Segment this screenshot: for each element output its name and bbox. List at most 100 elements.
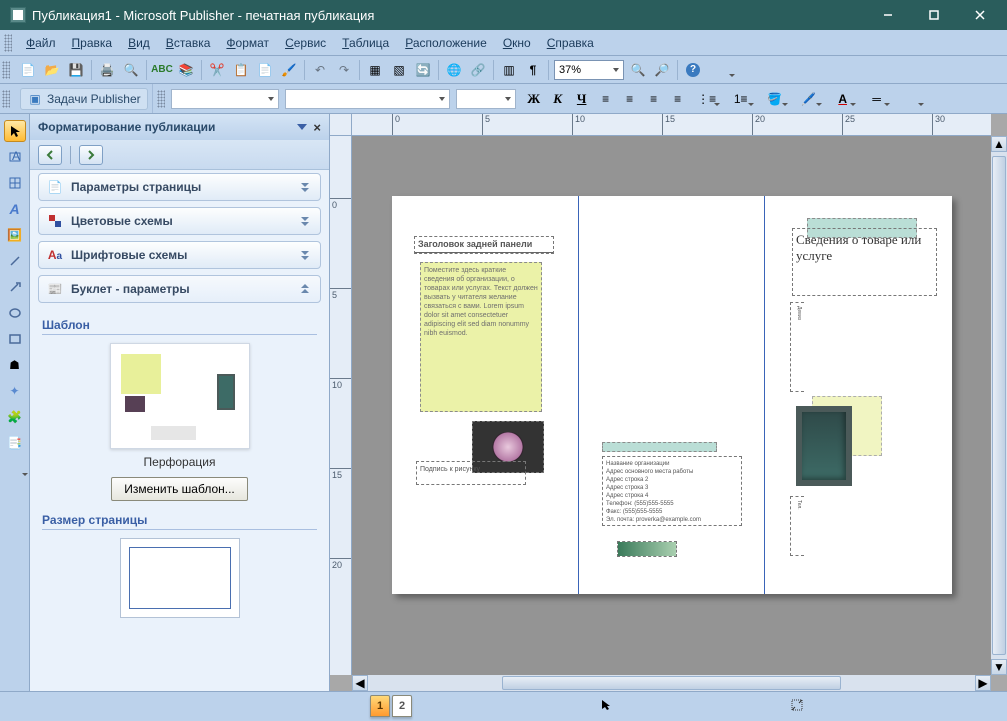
- toolbar-grip-icon[interactable]: [157, 90, 165, 108]
- task-pane-close[interactable]: ×: [313, 120, 321, 135]
- fill-color-button[interactable]: 🪣: [759, 88, 791, 110]
- toolbox-overflow[interactable]: [0, 458, 31, 480]
- rotate-button[interactable]: 🔄: [412, 59, 434, 81]
- oval-tool[interactable]: [4, 302, 26, 324]
- picture-placeholder[interactable]: [796, 406, 852, 486]
- align-center-button[interactable]: ≡: [619, 88, 641, 110]
- arrow-tool[interactable]: [4, 276, 26, 298]
- overflow-button[interactable]: [706, 59, 738, 81]
- format-painter-button[interactable]: 🖌️: [278, 59, 300, 81]
- pointer-tool[interactable]: [4, 120, 26, 142]
- copy-button[interactable]: 📋: [230, 59, 252, 81]
- maximize-button[interactable]: [911, 0, 957, 30]
- spellcheck-button[interactable]: ABC: [151, 59, 173, 81]
- hyperlink-button[interactable]: 🔗: [467, 59, 489, 81]
- text-block[interactable]: Поместите здесь краткие сведения об орга…: [420, 262, 542, 412]
- address-box[interactable]: Название организацииАдрес основного мест…: [602, 456, 742, 526]
- page-tab-2[interactable]: 2: [392, 695, 412, 717]
- side-strip[interactable]: Девиз: [790, 302, 804, 392]
- tasks-button[interactable]: ▣ Задачи Publisher: [20, 88, 148, 110]
- design-gallery-tool[interactable]: 🧩: [4, 406, 26, 428]
- zoom-input[interactable]: [559, 64, 605, 76]
- menu-view[interactable]: Вид: [120, 34, 158, 52]
- menu-insert[interactable]: Вставка: [158, 34, 219, 52]
- print-preview-button[interactable]: 🔍: [120, 59, 142, 81]
- cut-button[interactable]: ✂️: [206, 59, 228, 81]
- autoshapes-tool[interactable]: ☗: [4, 354, 26, 376]
- scroll-left-button[interactable]: ◀: [352, 675, 368, 691]
- change-template-button[interactable]: Изменить шаблон...: [111, 477, 248, 501]
- menu-table[interactable]: Таблица: [334, 34, 397, 52]
- minimize-button[interactable]: [865, 0, 911, 30]
- close-button[interactable]: [957, 0, 1003, 30]
- nav-back-button[interactable]: [38, 145, 62, 165]
- section-color-schemes[interactable]: Цветовые схемы: [38, 207, 321, 235]
- italic-button[interactable]: К: [547, 88, 569, 110]
- textbox-tool[interactable]: A: [4, 146, 26, 168]
- template-thumbnail[interactable]: [110, 343, 250, 449]
- overflow-button[interactable]: [895, 88, 927, 110]
- redo-button[interactable]: ↷: [333, 59, 355, 81]
- line-style-button[interactable]: ═: [861, 88, 893, 110]
- font-combo[interactable]: [285, 89, 450, 109]
- toolbar-grip-icon[interactable]: [4, 34, 12, 52]
- bring-front-button[interactable]: ▦: [364, 59, 386, 81]
- caption-box[interactable]: Подпись к рисунку: [416, 461, 526, 485]
- send-back-button[interactable]: ▧: [388, 59, 410, 81]
- horizontal-scrollbar[interactable]: ◀ ▶: [352, 675, 991, 691]
- rectangle-tool[interactable]: [4, 328, 26, 350]
- help-button[interactable]: ?: [682, 59, 704, 81]
- side-strip[interactable]: Тел.: [790, 496, 804, 556]
- table-tool[interactable]: [4, 172, 26, 194]
- ruler-corner[interactable]: [330, 114, 352, 136]
- section-page-options[interactable]: 📄 Параметры страницы: [38, 173, 321, 201]
- scroll-thumb[interactable]: [502, 676, 841, 690]
- align-left-button[interactable]: ≡: [595, 88, 617, 110]
- chevron-down-icon[interactable]: [297, 124, 307, 130]
- zoom-in-button[interactable]: 🔎: [651, 59, 673, 81]
- align-right-button[interactable]: ≡: [643, 88, 665, 110]
- scroll-up-button[interactable]: ▲: [991, 136, 1007, 152]
- vertical-ruler[interactable]: 0 5 10 15 20: [330, 136, 352, 675]
- logo-box[interactable]: [617, 541, 677, 557]
- toolbar-grip-icon[interactable]: [2, 61, 10, 79]
- pagesize-thumbnail[interactable]: [120, 538, 240, 618]
- wordart-tool[interactable]: A: [4, 198, 26, 220]
- horizontal-ruler[interactable]: 0 5 10 15 20 25 30: [352, 114, 991, 136]
- numbering-button[interactable]: 1≡: [725, 88, 757, 110]
- menu-tools[interactable]: Сервис: [277, 34, 334, 52]
- save-button[interactable]: 💾: [65, 59, 87, 81]
- line-tool[interactable]: [4, 250, 26, 272]
- columns-button[interactable]: ▥: [498, 59, 520, 81]
- menu-format[interactable]: Формат: [218, 34, 277, 52]
- style-combo[interactable]: [171, 89, 279, 109]
- menu-edit[interactable]: Правка: [64, 34, 121, 52]
- zoom-combo[interactable]: [554, 60, 624, 80]
- scroll-thumb[interactable]: [992, 156, 1006, 655]
- menu-arrange[interactable]: Расположение: [397, 34, 495, 52]
- bullets-button[interactable]: ⋮≡: [691, 88, 723, 110]
- paste-button[interactable]: 📄: [254, 59, 276, 81]
- publication-page[interactable]: Заголовок задней панели Поместите здесь …: [392, 196, 952, 594]
- align-justify-button[interactable]: ≡: [667, 88, 689, 110]
- menu-window[interactable]: Окно: [495, 34, 539, 52]
- scroll-down-button[interactable]: ▼: [991, 659, 1007, 675]
- zoom-out-button[interactable]: 🔍: [627, 59, 649, 81]
- research-button[interactable]: 📚: [175, 59, 197, 81]
- section-booklet[interactable]: 📰 Буклет - параметры: [38, 275, 321, 303]
- line-color-button[interactable]: 🖊️: [793, 88, 825, 110]
- section-font-schemes[interactable]: Aa Шрифтовые схемы: [38, 241, 321, 269]
- new-button[interactable]: 📄: [17, 59, 39, 81]
- picture-frame-tool[interactable]: 🖼️: [4, 224, 26, 246]
- vertical-scrollbar[interactable]: ▲ ▼: [991, 136, 1007, 675]
- undo-button[interactable]: ↶: [309, 59, 331, 81]
- webpage-preview-button[interactable]: 🌐: [443, 59, 465, 81]
- menu-file[interactable]: Файл: [18, 34, 64, 52]
- page-tab-1[interactable]: 1: [370, 695, 390, 717]
- fontsize-combo[interactable]: [456, 89, 516, 109]
- underline-button[interactable]: Ч: [571, 88, 593, 110]
- scroll-right-button[interactable]: ▶: [975, 675, 991, 691]
- show-marks-button[interactable]: ¶: [522, 59, 544, 81]
- front-title-box[interactable]: Сведения о товаре или услуге: [792, 228, 937, 296]
- menu-help[interactable]: Справка: [539, 34, 602, 52]
